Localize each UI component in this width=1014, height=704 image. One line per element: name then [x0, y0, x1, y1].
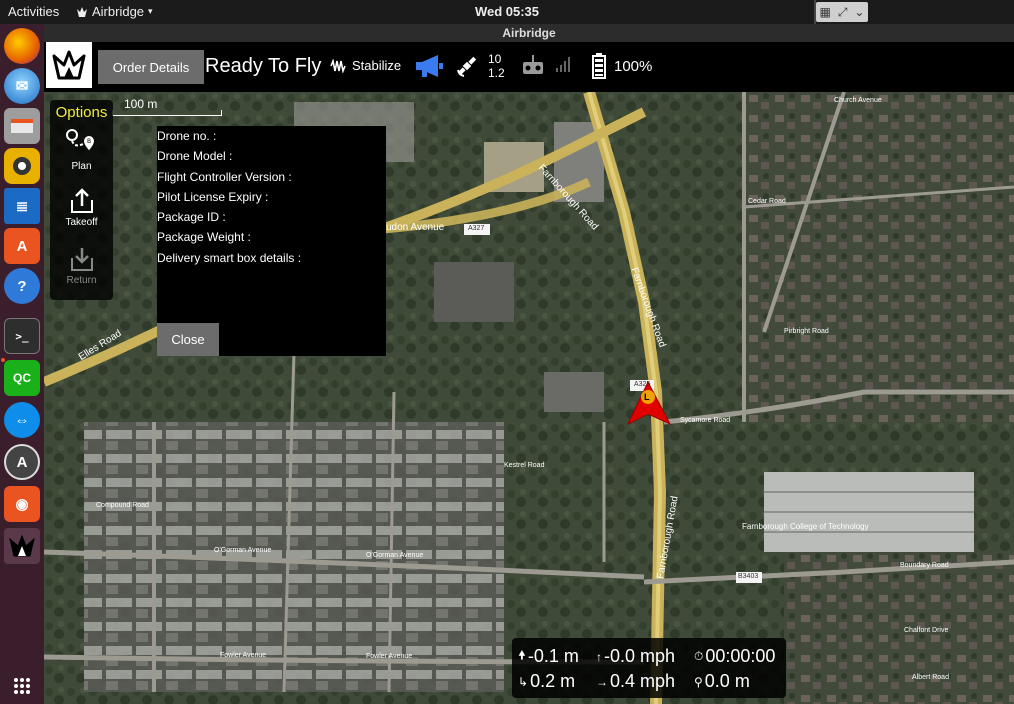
map-label: Chalfont Drive	[904, 627, 949, 634]
map-label: Boundary Road	[900, 562, 949, 569]
app-toolbar: Order Details Ready To Fly Stabilize 10 …	[44, 42, 1014, 92]
signal-strength-icon	[556, 56, 570, 77]
map-scale-label: 100 m	[124, 97, 158, 111]
distance-icon: ↳	[518, 674, 529, 689]
distance-readout: ↳ 0.2 m	[518, 671, 575, 692]
order-details-button[interactable]: Order Details	[98, 50, 204, 84]
map-label: Fowler Avenue	[366, 653, 413, 660]
grid-icon[interactable]: ▦	[819, 5, 830, 19]
delivery-smart-box-field: Delivery smart box details :	[157, 250, 302, 265]
map-label: Farnborough College of Technology	[742, 522, 869, 531]
megaphone-icon[interactable]	[414, 54, 444, 83]
map-label: Compound Road	[96, 502, 149, 509]
options-panel: Options B Plan Takeoff Return	[50, 100, 113, 300]
battery-icon[interactable]	[592, 53, 606, 84]
home-distance-readout: ⚲ 0.0 m	[694, 671, 750, 692]
map-label: udon Avenue	[386, 222, 445, 233]
ground-speed-icon: →	[596, 674, 608, 689]
altitude-icon: 🠝	[518, 648, 526, 662]
writer-icon[interactable]: ≣	[4, 188, 40, 224]
ground-speed-readout: → 0.4 mph	[596, 671, 675, 692]
close-button[interactable]: Close	[157, 323, 219, 356]
rhythmbox-icon[interactable]	[4, 148, 40, 184]
map-label: Albert Road	[912, 674, 949, 681]
chevron-down-icon[interactable]: ⌄	[854, 5, 864, 19]
home-distance-value: 0.0 m	[704, 671, 750, 691]
plan-label: Plan	[71, 161, 92, 172]
vertical-speed-readout: ↑ -0.0 mph	[596, 646, 675, 667]
stopwatch-icon: ⏱	[694, 649, 704, 663]
takeoff-icon	[70, 188, 93, 213]
package-id-field: Package ID :	[157, 210, 226, 225]
help-icon[interactable]: ?	[4, 268, 40, 304]
flight-time-readout: ⏱ 00:00:00	[694, 646, 775, 667]
resize-icon[interactable]: ⤢	[838, 5, 848, 20]
svg-text:B: B	[86, 138, 90, 145]
software-center-icon[interactable]: A	[4, 228, 40, 264]
map-label: Fowler Avenue	[220, 652, 267, 659]
waveform-icon	[330, 58, 346, 73]
gps-readout: 10 1.2	[488, 52, 505, 80]
battery-level: 100%	[614, 58, 653, 75]
ground-speed-value: 0.4 mph	[610, 671, 676, 691]
vertical-speed-icon: ↑	[596, 649, 602, 664]
files-icon[interactable]	[4, 108, 40, 144]
vehicle-status[interactable]: Ready To Fly	[205, 55, 321, 78]
vertical-speed-value: -0.0 mph	[604, 646, 676, 666]
return-button[interactable]: Return	[50, 246, 113, 286]
road-shield: B3403	[738, 573, 759, 580]
telemetry-panel[interactable]: 🠝 -0.1 m ↑ -0.0 mph ⏱ 00:00:00 ↳ 0.2 m →…	[512, 638, 786, 698]
map-label: O'Gorman Avenue	[366, 552, 424, 559]
distance-value: 0.2 m	[530, 671, 576, 691]
takeoff-button[interactable]: Takeoff	[50, 188, 113, 228]
drone-model-field: Drone Model :	[157, 149, 233, 164]
flight-time-value: 00:00:00	[705, 646, 776, 666]
person-icon: ⚲	[694, 674, 703, 689]
return-icon	[70, 248, 93, 271]
flight-controller-version-field: Flight Controller Version :	[157, 169, 292, 184]
plan-button[interactable]: B Plan	[50, 128, 113, 172]
hdop-value: 1.2	[488, 66, 505, 80]
return-label: Return	[66, 275, 97, 286]
flight-mode-label: Stabilize	[352, 58, 402, 73]
gnome-top-bar: Activities Airbridge ▾ Wed 05:35 ▦ ⤢ ⌄	[0, 0, 1014, 24]
terminal-icon[interactable]: >_	[4, 318, 40, 354]
software-updater-icon[interactable]: A	[4, 444, 40, 480]
satellite-count: 10	[488, 52, 502, 66]
package-weight-field: Package Weight :	[157, 230, 251, 245]
window-title: Airbridge	[44, 24, 1014, 42]
thunderbird-icon[interactable]: ✉	[4, 68, 40, 104]
takeoff-label: Takeoff	[65, 217, 98, 228]
show-apps-icon[interactable]	[4, 668, 40, 704]
window-controls: ▦ ⤢ ⌄	[816, 2, 868, 22]
map-label: O'Gorman Avenue	[214, 547, 272, 554]
pilot-license-expiry-field: Pilot License Expiry :	[157, 189, 269, 204]
drone-no-field: Drone no. :	[157, 129, 217, 143]
order-details-dialog: Drone no. : Drone Model : Flight Control…	[157, 126, 386, 356]
teamviewer-icon[interactable]: ⇔	[4, 402, 40, 438]
options-title: Options	[55, 104, 108, 121]
map-label: Cedar Road	[748, 198, 786, 205]
rc-transmitter-icon[interactable]	[522, 54, 544, 81]
satellite-icon[interactable]	[455, 54, 479, 83]
vehicle-marker[interactable]	[604, 372, 664, 432]
map-label: Kestrel Road	[504, 462, 545, 469]
road-shield: A327	[468, 225, 485, 232]
map-label: Church Avenue	[834, 97, 882, 104]
altitude-value: -0.1 m	[527, 646, 579, 666]
qgroundcontrol-icon[interactable]: QC	[4, 360, 40, 396]
firefox-icon[interactable]	[4, 28, 40, 64]
plan-route-icon: B	[65, 129, 94, 151]
screenshot-icon[interactable]: ◉	[4, 486, 40, 522]
map-scale-bar	[112, 110, 222, 116]
map-label: Pirbright Road	[784, 328, 829, 335]
airbridge-dock-icon[interactable]	[4, 528, 40, 564]
altitude-readout: 🠝 -0.1 m	[518, 646, 579, 667]
map-label: Sycamore Road	[680, 417, 731, 424]
flight-mode-selector[interactable]: Stabilize	[330, 58, 401, 73]
airbridge-logo[interactable]	[46, 42, 92, 88]
dock: ✉ ≣ A ? >_ QC ⇔ A ◉	[0, 24, 44, 704]
